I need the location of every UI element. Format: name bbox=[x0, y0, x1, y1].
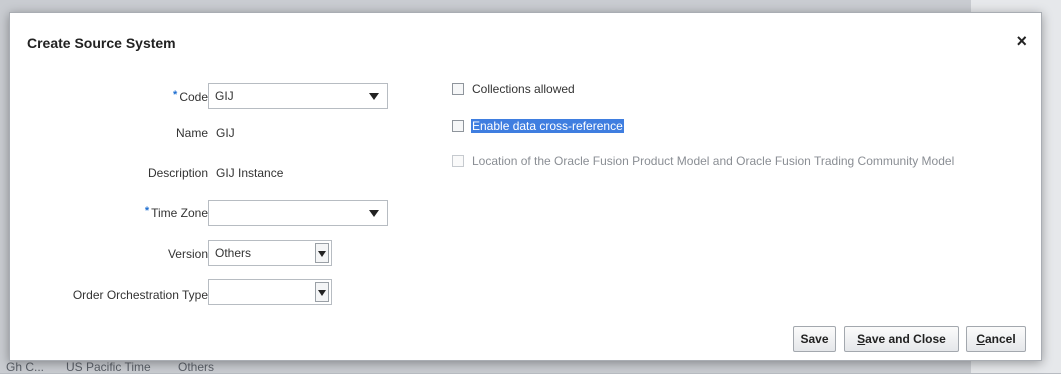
name-value: GIJ bbox=[216, 126, 235, 140]
required-marker: * bbox=[173, 89, 178, 101]
name-label: Name bbox=[175, 126, 208, 140]
create-source-system-dialog: Create Source System × * Code GIJ Name GI… bbox=[9, 12, 1042, 361]
code-value: GIJ bbox=[215, 89, 234, 103]
cancel-label: ancel bbox=[984, 332, 1016, 346]
chevron-down-icon[interactable] bbox=[369, 93, 379, 100]
background-cell: US Pacific Time bbox=[66, 360, 151, 374]
code-select[interactable]: GIJ bbox=[208, 83, 388, 109]
code-label-text: Code bbox=[179, 90, 208, 104]
location-oracle-fusion-model-checkbox bbox=[452, 155, 464, 167]
code-label: * Code bbox=[173, 89, 208, 104]
close-icon[interactable]: × bbox=[1016, 31, 1027, 52]
order-orchestration-type-label: Order Orchestration Type bbox=[72, 288, 208, 302]
enable-data-cross-reference-checkbox[interactable] bbox=[452, 120, 464, 132]
background-cell: Others bbox=[178, 360, 215, 374]
dialog-title: Create Source System bbox=[27, 35, 176, 51]
order-orchestration-type-select[interactable] bbox=[208, 279, 332, 305]
cancel-mnemonic: C bbox=[976, 332, 985, 346]
version-label: Version bbox=[167, 247, 208, 261]
chevron-down-icon[interactable] bbox=[315, 243, 329, 263]
chevron-down-icon[interactable] bbox=[315, 282, 329, 302]
time-zone-label: * Time Zone bbox=[144, 205, 208, 220]
save-and-close-mnemonic: S bbox=[857, 332, 866, 346]
enable-data-cross-reference-label[interactable]: Enable data cross-reference bbox=[471, 119, 624, 133]
location-oracle-fusion-model-label: Location of the Oracle Fusion Product Mo… bbox=[472, 154, 955, 168]
time-zone-select[interactable] bbox=[208, 200, 388, 226]
version-value: Others bbox=[215, 246, 252, 260]
chevron-down-icon[interactable] bbox=[369, 210, 379, 217]
collections-allowed-checkbox[interactable] bbox=[452, 83, 464, 95]
save-button[interactable]: Save bbox=[793, 326, 836, 352]
required-marker: * bbox=[144, 205, 150, 217]
time-zone-label-text: Time Zone bbox=[151, 206, 208, 220]
background-cell: Gh C... bbox=[6, 360, 45, 374]
collections-allowed-label[interactable]: Collections allowed bbox=[472, 82, 575, 96]
save-and-close-label: ave and Close bbox=[865, 332, 946, 346]
description-label: Description bbox=[147, 166, 208, 180]
version-select[interactable]: Others bbox=[208, 240, 332, 266]
description-value: GIJ Instance bbox=[216, 166, 284, 180]
save-and-close-button[interactable]: Save and Close bbox=[844, 326, 959, 352]
cancel-button[interactable]: Cancel bbox=[966, 326, 1026, 352]
